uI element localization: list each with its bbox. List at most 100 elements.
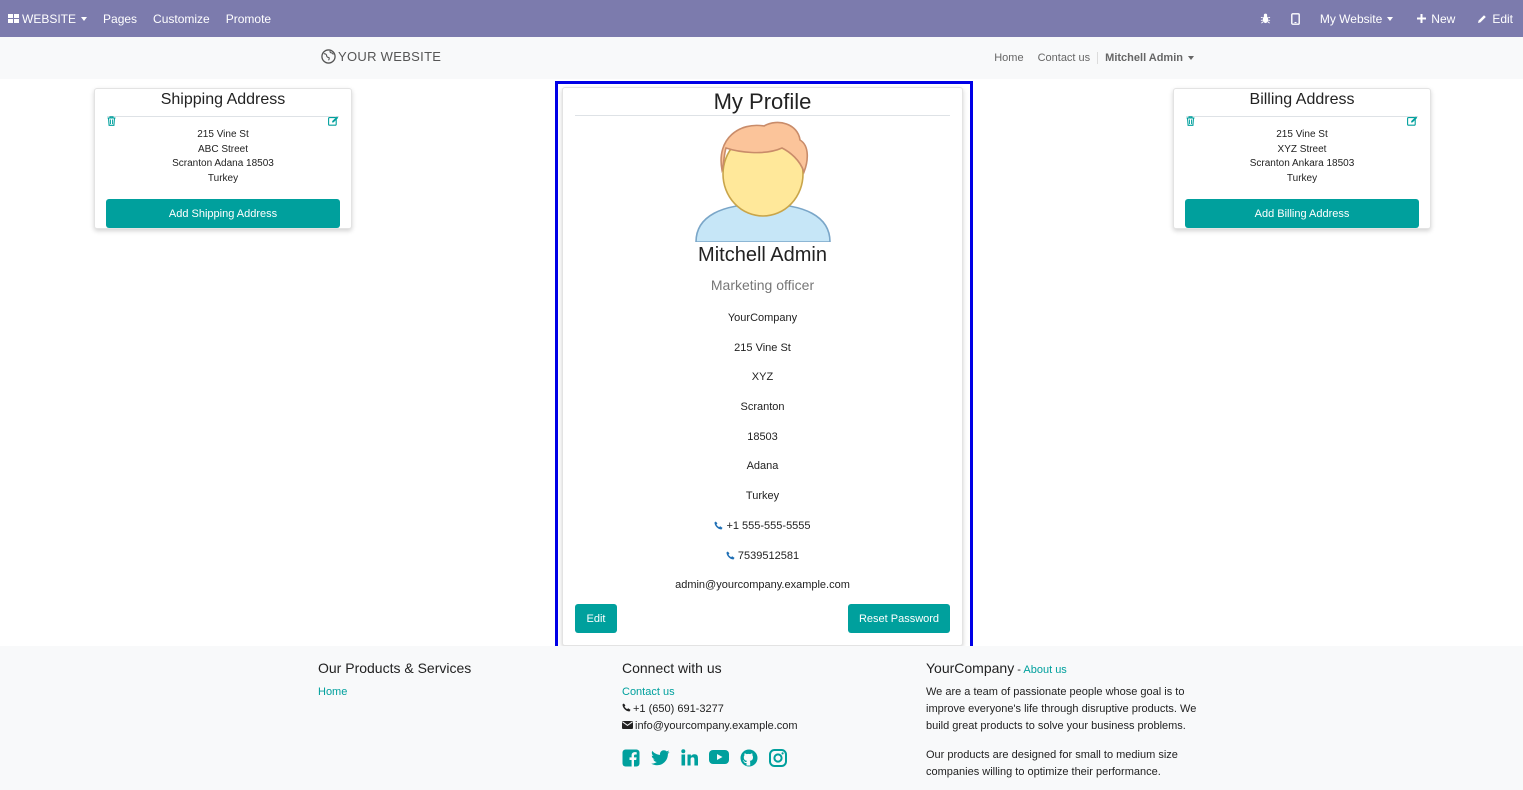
mobile-preview-button[interactable]	[1281, 0, 1310, 37]
pencil-icon	[1478, 14, 1487, 23]
envelope-icon	[622, 721, 633, 729]
app-menu-website[interactable]: WEBSITE	[0, 0, 95, 37]
bug-icon	[1260, 13, 1270, 24]
footer-phone: +1 (650) 691-3277	[633, 703, 724, 715]
new-button[interactable]: New	[1405, 0, 1467, 37]
trash-icon[interactable]	[107, 116, 116, 126]
footer-about-us-link[interactable]: About us	[1023, 664, 1066, 676]
github-icon[interactable]	[740, 749, 758, 767]
social-links	[622, 749, 798, 767]
profile-country: Turkey	[745, 490, 780, 503]
footer-company-title: YourCompany	[926, 660, 1015, 676]
profile-email: admin@yourcompany.example.com	[675, 579, 850, 592]
footer-phone-row: +1 (650) 691-3277	[622, 701, 798, 718]
shipping-line-4: Turkey	[207, 173, 239, 185]
shipping-line-3: Scranton Adana 18503	[172, 158, 274, 170]
linkedin-icon[interactable]	[681, 749, 698, 767]
billing-line-3: Scranton Ankara 18503	[1249, 158, 1355, 170]
edit-icon[interactable]	[328, 116, 339, 126]
footer-connect-column: Connect with us Contact us +1 (650) 691-…	[622, 660, 798, 767]
website-selector-label: My Website	[1319, 11, 1383, 26]
billing-address-lines: 215 Vine St XYZ Street Scranton Ankara 1…	[1174, 128, 1430, 187]
add-billing-address-button[interactable]: Add Billing Address	[1185, 199, 1419, 228]
footer-about-paragraph-1: We are a team of passionate people whose…	[926, 686, 1197, 732]
billing-address-title: Billing Address	[1186, 91, 1418, 117]
footer-connect-title: Connect with us	[622, 660, 722, 676]
profile-card: My Profile Mitchell Admin Marketing offi…	[562, 87, 963, 646]
instagram-icon[interactable]	[769, 749, 787, 767]
edit-label: Edit	[1492, 11, 1513, 26]
billing-line-4: Turkey	[1286, 173, 1318, 185]
mobile-icon	[1290, 12, 1300, 25]
profile-mobile: 7539512581	[737, 549, 800, 562]
user-menu[interactable]: Mitchell Admin	[1097, 52, 1201, 64]
footer-company-heading: YourCompany - About us	[926, 660, 1206, 676]
footer-contact-link[interactable]: Contact us	[622, 684, 798, 701]
nav-home[interactable]: Home	[987, 52, 1030, 64]
caret-down-icon	[1387, 16, 1394, 21]
edit-page-button[interactable]: Edit	[1467, 0, 1523, 37]
reset-password-button[interactable]: Reset Password	[848, 604, 950, 633]
menu-pages-label: Pages	[103, 11, 138, 26]
site-nav: Home Contact us Mitchell Admin	[987, 37, 1201, 79]
shipping-line-2: ABC Street	[197, 143, 249, 155]
menu-pages[interactable]: Pages	[95, 0, 145, 37]
shipping-address-lines: 215 Vine St ABC Street Scranton Adana 18…	[95, 128, 351, 187]
website-selector[interactable]: My Website	[1310, 0, 1405, 37]
billing-line-2: XYZ Street	[1277, 143, 1327, 155]
trash-icon[interactable]	[1186, 116, 1195, 126]
menu-promote-label: Promote	[225, 11, 272, 26]
profile-street2: XYZ	[751, 371, 774, 384]
profile-state: Adana	[746, 460, 779, 473]
globe-icon	[321, 49, 336, 64]
admin-navbar: WEBSITE Pages Customize Promote My Websi…	[0, 0, 1523, 37]
profile-mobile-row: 7539512581	[563, 542, 962, 572]
menu-customize[interactable]: Customize	[145, 0, 218, 37]
footer-about-separator: -	[1014, 664, 1024, 676]
profile-details: YourCompany 215 Vine St XYZ Scranton 185…	[563, 304, 962, 601]
phone-icon	[726, 550, 735, 560]
profile-zip: 18503	[747, 430, 778, 443]
footer-home-link[interactable]: Home	[318, 684, 471, 701]
youtube-icon[interactable]	[709, 749, 729, 767]
profile-job-title: Marketing officer	[710, 277, 815, 293]
add-shipping-address-button[interactable]: Add Shipping Address	[106, 199, 340, 228]
footer-about-paragraph-2: Our products are designed for small to m…	[926, 749, 1178, 778]
menu-customize-label: Customize	[153, 11, 210, 26]
caret-down-icon	[81, 16, 88, 21]
footer-email-row: info@yourcompany.example.com	[622, 718, 798, 735]
facebook-icon[interactable]	[622, 749, 640, 767]
edit-icon[interactable]	[1407, 116, 1418, 126]
profile-company: YourCompany	[727, 312, 798, 324]
profile-phone-row: +1 555-555-5555	[563, 512, 962, 542]
plus-icon	[1417, 14, 1427, 23]
footer-email: info@yourcompany.example.com	[635, 720, 798, 732]
site-logo[interactable]: YOUR WEBSITE	[321, 49, 441, 64]
billing-line-1: 215 Vine St	[1276, 129, 1328, 140]
profile-title: My Profile	[575, 88, 950, 116]
app-menu-label: WEBSITE	[22, 11, 77, 26]
user-menu-label: Mitchell Admin	[1105, 52, 1183, 64]
edit-profile-button[interactable]: Edit	[575, 604, 617, 633]
avatar	[694, 121, 831, 242]
menu-promote[interactable]: Promote	[218, 0, 279, 37]
site-footer: Our Products & Services Home Connect wit…	[0, 646, 1523, 790]
debug-button[interactable]	[1250, 0, 1281, 37]
logo-text: YOUR WEBSITE	[338, 49, 442, 64]
footer-products-title: Our Products & Services	[318, 660, 472, 676]
nav-contact-us[interactable]: Contact us	[1031, 52, 1098, 64]
footer-products-column: Our Products & Services Home	[318, 660, 471, 701]
twitter-icon[interactable]	[651, 749, 670, 767]
profile-name: Mitchell Admin	[698, 244, 827, 266]
apps-grid-icon	[8, 14, 19, 23]
shipping-line-1: 215 Vine St	[197, 129, 249, 140]
profile-city: Scranton	[740, 401, 785, 414]
caret-down-icon	[1188, 56, 1194, 61]
phone-icon	[622, 703, 631, 712]
phone-icon	[714, 521, 723, 530]
profile-phone: +1 555-555-5555	[726, 519, 811, 532]
shipping-address-card: Shipping Address 215 Vine St ABC Street …	[94, 88, 352, 229]
footer-about-column: YourCompany - About us We are a team of …	[926, 660, 1206, 781]
profile-street: 215 Vine St	[734, 341, 791, 354]
new-label: New	[1431, 11, 1456, 26]
